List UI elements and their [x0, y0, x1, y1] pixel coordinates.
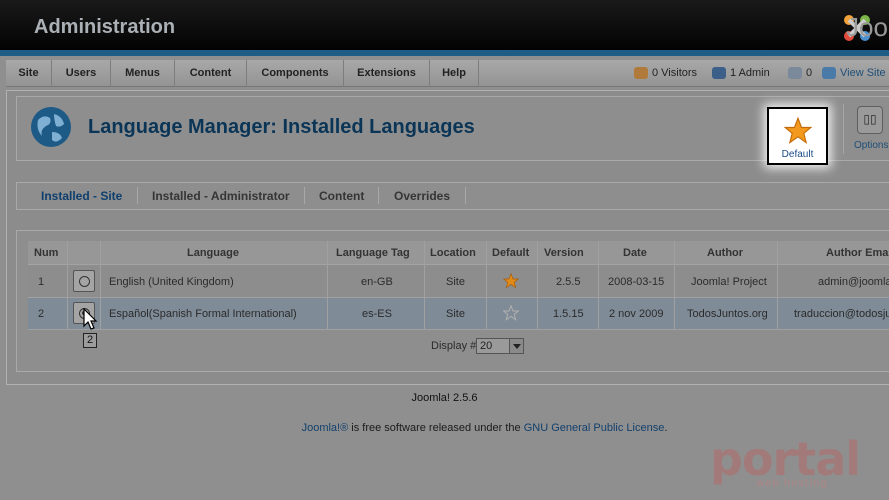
page-title: Language Manager: Installed Languages — [88, 116, 475, 138]
col-author-email-header[interactable]: Author Ema — [826, 247, 888, 259]
license-text: is free software released under the — [348, 422, 524, 434]
options-button-label: Options — [854, 140, 889, 151]
step-number-tooltip: 2 — [83, 333, 97, 348]
messages-status[interactable]: 0 — [788, 60, 812, 87]
tab-overrides[interactable]: Overrides — [394, 189, 450, 203]
row-date: 2008-03-15 — [608, 276, 665, 288]
default-button-label: Default — [781, 149, 814, 160]
row-divider — [28, 329, 889, 330]
default-star-icon[interactable] — [503, 273, 519, 289]
col-divider — [327, 241, 328, 330]
main-menu-bar: Site Users Menus Content Components Exte… — [6, 60, 889, 87]
row-location: Site — [446, 276, 465, 288]
admin-user-icon — [712, 67, 726, 80]
col-num-header[interactable]: Num — [34, 247, 58, 259]
header-accent-line — [0, 50, 889, 56]
row-author: Joomla! Project — [691, 276, 767, 288]
tab-installed-site[interactable]: Installed - Site — [41, 189, 122, 203]
admin-header: Administration Joo — [0, 0, 889, 56]
menu-components[interactable]: Components — [247, 60, 344, 87]
menu-extensions[interactable]: Extensions — [344, 60, 430, 87]
messages-count: 0 — [806, 67, 813, 79]
col-divider — [486, 241, 487, 330]
menu-help[interactable]: Help — [430, 60, 479, 87]
view-site-label: View Site — [840, 67, 886, 79]
menu-users[interactable]: Users — [52, 60, 111, 87]
row-language-tag: en-GB — [361, 276, 393, 288]
set-default-star-icon[interactable] — [503, 305, 519, 321]
admins-status[interactable]: 1 Admin — [712, 60, 770, 87]
license-end: . — [664, 422, 668, 434]
tab-content[interactable]: Content — [319, 189, 364, 203]
default-button[interactable]: Default — [767, 107, 828, 165]
portal-watermark: portal web hosting — [710, 432, 861, 492]
col-default-header[interactable]: Default — [492, 247, 529, 259]
row-num: 2 — [38, 308, 45, 320]
row-location: Site — [446, 308, 465, 320]
watermark-subtext: web hosting — [756, 478, 828, 489]
footer-version: Joomla! 2.5.6 — [411, 392, 478, 404]
col-author-header[interactable]: Author — [707, 247, 743, 259]
tab-divider — [304, 187, 305, 204]
row-language-tag: es-ES — [362, 308, 392, 320]
tab-divider — [465, 187, 466, 204]
row-select-radio[interactable] — [73, 270, 95, 292]
visitors-label: 0 Visitors — [652, 67, 698, 79]
header-title: Administration — [34, 16, 176, 38]
row-author-email: admin@joomla — [818, 276, 889, 288]
row-language: Español(Spanish Formal International) — [109, 308, 297, 320]
col-version-header[interactable]: Version — [544, 247, 584, 259]
display-count-select[interactable]: 20 — [476, 338, 524, 354]
display-count-value: 20 — [480, 340, 493, 352]
visitors-status[interactable]: 0 Visitors — [634, 60, 697, 87]
row-language: English (United Kingdom) — [109, 276, 234, 288]
logo-text: Joo — [846, 12, 888, 42]
messages-icon — [788, 67, 802, 80]
menu-content[interactable]: Content — [175, 60, 247, 87]
menu-site[interactable]: Site — [6, 60, 52, 87]
col-divider — [424, 241, 425, 330]
view-site-icon — [822, 67, 836, 80]
col-divider — [777, 241, 778, 330]
col-divider — [674, 241, 675, 330]
admins-label: 1 Admin — [730, 67, 770, 79]
globe-icon — [31, 107, 71, 147]
toolbar-divider — [843, 104, 844, 154]
tab-divider — [137, 187, 138, 204]
col-divider — [598, 241, 599, 330]
col-divider — [67, 241, 68, 330]
chevron-down-icon — [509, 339, 523, 353]
tabs-bar — [16, 182, 889, 210]
star-icon — [784, 117, 812, 145]
visitors-icon — [634, 67, 648, 80]
col-divider — [537, 241, 538, 330]
radio-dot — [79, 276, 90, 287]
options-icon: ▯▯ — [857, 106, 883, 134]
col-divider — [100, 241, 101, 330]
row-author-email: traduccion@todosju — [794, 308, 889, 320]
row-version: 1.5.15 — [553, 308, 584, 320]
view-site-link[interactable]: View Site — [822, 60, 886, 87]
tab-installed-administrator[interactable]: Installed - Administrator — [152, 189, 290, 203]
menu-menus[interactable]: Menus — [111, 60, 175, 87]
col-language-tag-header[interactable]: Language Tag — [336, 247, 410, 259]
row-num: 1 — [38, 276, 45, 288]
mouse-cursor-icon — [83, 308, 98, 330]
display-count-label: Display # — [431, 340, 477, 352]
row-author: TodosJuntos.org — [687, 308, 768, 320]
options-button[interactable]: ▯▯ Options — [850, 104, 889, 154]
col-language-header[interactable]: Language — [187, 247, 239, 259]
gpl-link[interactable]: GNU General Public License — [524, 422, 665, 434]
col-date-header[interactable]: Date — [623, 247, 647, 259]
row-date: 2 nov 2009 — [609, 308, 664, 320]
tab-divider — [378, 187, 379, 204]
row-version: 2.5.5 — [556, 276, 581, 288]
joomla-link[interactable]: Joomla!® — [302, 422, 349, 434]
col-location-header[interactable]: Location — [430, 247, 476, 259]
